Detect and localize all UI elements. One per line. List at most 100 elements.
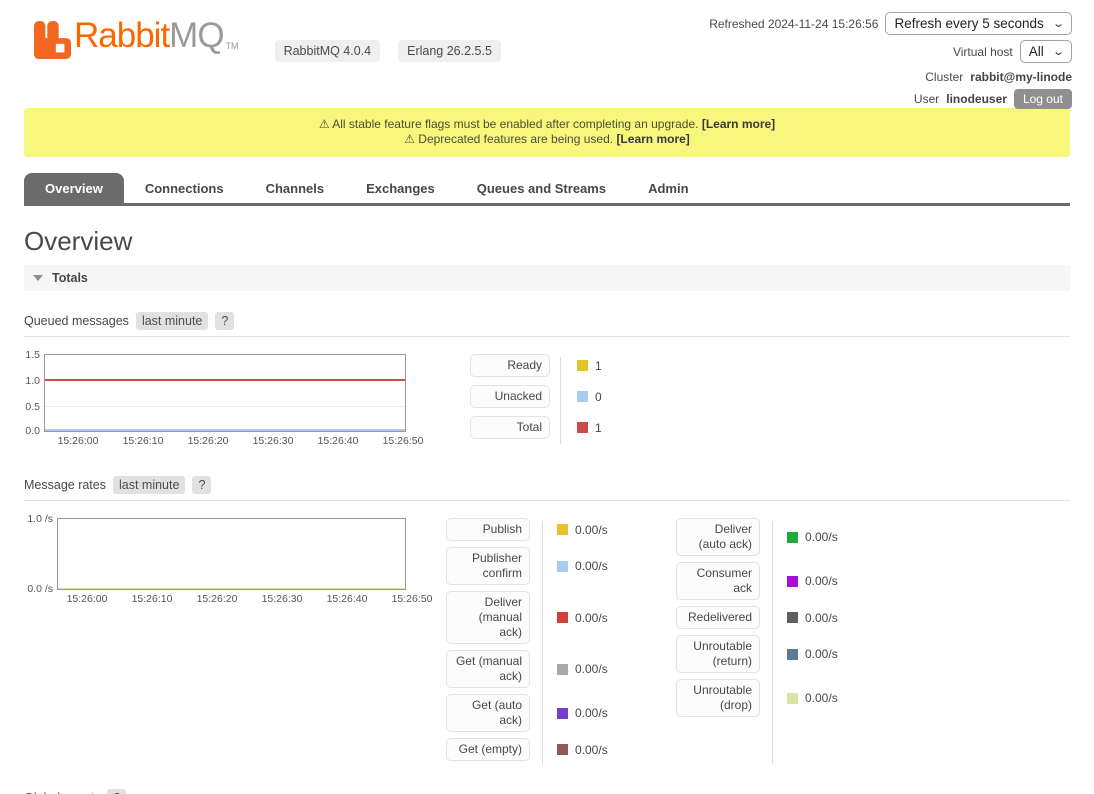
legend-label: Publish [446, 518, 530, 541]
legend-label: Unroutable (return) [676, 635, 760, 673]
rates-help-icon[interactable]: ? [192, 476, 211, 494]
user-label: User [914, 92, 939, 106]
legend-label: Deliver (manual ack) [446, 591, 530, 644]
series-color-swatch [787, 576, 798, 587]
legend-value: 0.00/s [575, 706, 608, 720]
queued-messages-legend: Ready 1 Unacked 0 Total 1 [470, 354, 602, 447]
legend-row-redelivered: Redelivered 0.00/s [676, 606, 838, 629]
tab-exchanges[interactable]: Exchanges [345, 173, 456, 203]
rates-legend-left: Publish 0.00/s Publisher confirm 0.00/s … [446, 518, 676, 767]
queued-range-badge[interactable]: last minute [136, 312, 208, 330]
x-tick: 15:26:20 [178, 435, 238, 447]
tab-connections[interactable]: Connections [124, 173, 245, 203]
legend-value: 0.00/s [575, 662, 608, 676]
legend-value: 0.00/s [575, 559, 608, 573]
legend-label: Unroutable (drop) [676, 679, 760, 717]
legend-row-get-manual: Get (manual ack) 0.00/s [446, 650, 676, 688]
x-tick: 15:26:10 [113, 435, 173, 447]
legend-row-deliver-manual: Deliver (manual ack) 0.00/s [446, 591, 676, 644]
tab-admin[interactable]: Admin [627, 173, 709, 203]
legend-row-unroutable-drop: Unroutable (drop) 0.00/s [676, 679, 838, 717]
virtual-host-label: Virtual host [953, 45, 1013, 59]
rates-range-badge[interactable]: last minute [113, 476, 185, 494]
legend-label: Unacked [470, 385, 550, 408]
legend-value: 0.00/s [575, 611, 608, 625]
x-tick: 15:26:40 [317, 593, 377, 605]
warning-banner: ⚠ All stable feature flags must be enabl… [24, 108, 1070, 157]
global-counts-help-icon[interactable]: ? [107, 789, 126, 794]
queued-messages-title: Queued messages [24, 314, 129, 328]
legend-row-ready: Ready 1 [470, 354, 602, 377]
legend-row-publisher-confirm: Publisher confirm 0.00/s [446, 547, 676, 585]
legend-value: 0.00/s [575, 743, 608, 757]
queued-messages-section: Queued messages last minute ? 1.5 1.0 0.… [24, 312, 1070, 447]
rabbitmq-logo-icon [34, 16, 72, 64]
x-tick: 15:26:10 [122, 593, 182, 605]
legend-row-unroutable-return: Unroutable (return) 0.00/s [676, 635, 838, 673]
series-color-swatch [577, 422, 588, 433]
main-content: Overview Totals Queued messages last min… [0, 226, 1094, 794]
nav-tabs: Overview Connections Channels Exchanges … [24, 173, 1070, 206]
unacked-series-line [45, 429, 405, 431]
totals-section-header[interactable]: Totals [24, 265, 1070, 291]
wordmark-tm: TM [226, 41, 239, 51]
chevron-down-icon: ⌄ [1052, 45, 1065, 58]
series-color-swatch [787, 532, 798, 543]
legend-value: 0.00/s [805, 647, 838, 661]
virtual-host-select[interactable]: All ⌄ [1020, 40, 1072, 63]
legend-row-get-empty: Get (empty) 0.00/s [446, 738, 676, 761]
series-color-swatch [557, 664, 568, 675]
rabbitmq-logo: RabbitMQTM [34, 16, 239, 66]
cluster-label: Cluster [925, 70, 963, 84]
series-color-swatch [577, 391, 588, 402]
logout-button[interactable]: Log out [1014, 89, 1072, 109]
series-color-swatch [577, 360, 588, 371]
legend-row-publish: Publish 0.00/s [446, 518, 676, 541]
y-tick: 1.0 /s [27, 513, 53, 525]
y-tick: 1.5 [25, 349, 40, 361]
brand: RabbitMQTM RabbitMQ 4.0.4 Erlang 26.2.5.… [34, 16, 501, 66]
x-axis-labels: 15:26:00 15:26:10 15:26:20 15:26:30 15:2… [57, 593, 446, 605]
legend-label: Get (auto ack) [446, 694, 530, 732]
chevron-down-icon: ⌄ [1052, 17, 1065, 30]
refresh-interval-select[interactable]: Refresh every 5 seconds ⌄ [885, 12, 1072, 35]
x-tick: 15:26:00 [57, 593, 117, 605]
page-title: Overview [24, 226, 1070, 257]
legend-label: Ready [470, 354, 550, 377]
page-header: RabbitMQTM RabbitMQ 4.0.4 Erlang 26.2.5.… [0, 0, 1094, 108]
queued-messages-chart: 1.5 1.0 0.5 0.0 15:26:00 15:26:10 15:26:… [24, 354, 446, 447]
legend-value: 1 [595, 421, 602, 435]
legend-row-unacked: Unacked 0 [470, 385, 602, 408]
legend-label: Consumer ack [676, 562, 760, 600]
banner-line-feature-flags: ⚠ All stable feature flags must be enabl… [34, 117, 1060, 132]
y-tick: 0.0 /s [27, 583, 53, 595]
tab-channels[interactable]: Channels [245, 173, 346, 203]
banner-line-deprecated: ⚠ Deprecated features are being used. [L… [34, 132, 1060, 147]
x-tick: 15:26:40 [308, 435, 368, 447]
legend-row-total: Total 1 [470, 416, 602, 439]
tab-overview[interactable]: Overview [24, 173, 124, 203]
y-tick: 0.0 [25, 425, 40, 437]
legend-label: Publisher confirm [446, 547, 530, 585]
legend-label: Total [470, 416, 550, 439]
legend-value: 0.00/s [805, 530, 838, 544]
queued-help-icon[interactable]: ? [215, 312, 234, 330]
total-series-line [45, 379, 405, 381]
learn-more-link[interactable]: [Learn more] [702, 117, 775, 131]
legend-label: Redelivered [676, 606, 760, 629]
legend-row-deliver-auto: Deliver (auto ack) 0.00/s [676, 518, 838, 556]
collapse-triangle-icon [33, 275, 43, 281]
message-rates-section: Message rates last minute ? 1.0 /s 0.0 /… [24, 476, 1070, 767]
learn-more-link[interactable]: [Learn more] [616, 132, 689, 146]
tab-queues-and-streams[interactable]: Queues and Streams [456, 173, 627, 203]
legend-value: 0.00/s [805, 691, 838, 705]
series-color-swatch [557, 612, 568, 623]
header-right: Refreshed 2024-11-24 15:26:56 Refresh ev… [709, 12, 1072, 109]
rabbitmq-wordmark: RabbitMQTM [74, 16, 239, 66]
zero-rate-line [58, 588, 405, 589]
wordmark-rabbit: Rabbit [74, 16, 169, 55]
legend-label: Deliver (auto ack) [676, 518, 760, 556]
x-axis-labels: 15:26:00 15:26:10 15:26:20 15:26:30 15:2… [48, 435, 446, 447]
legend-value: 0.00/s [575, 523, 608, 537]
y-tick: 0.5 [25, 401, 40, 413]
